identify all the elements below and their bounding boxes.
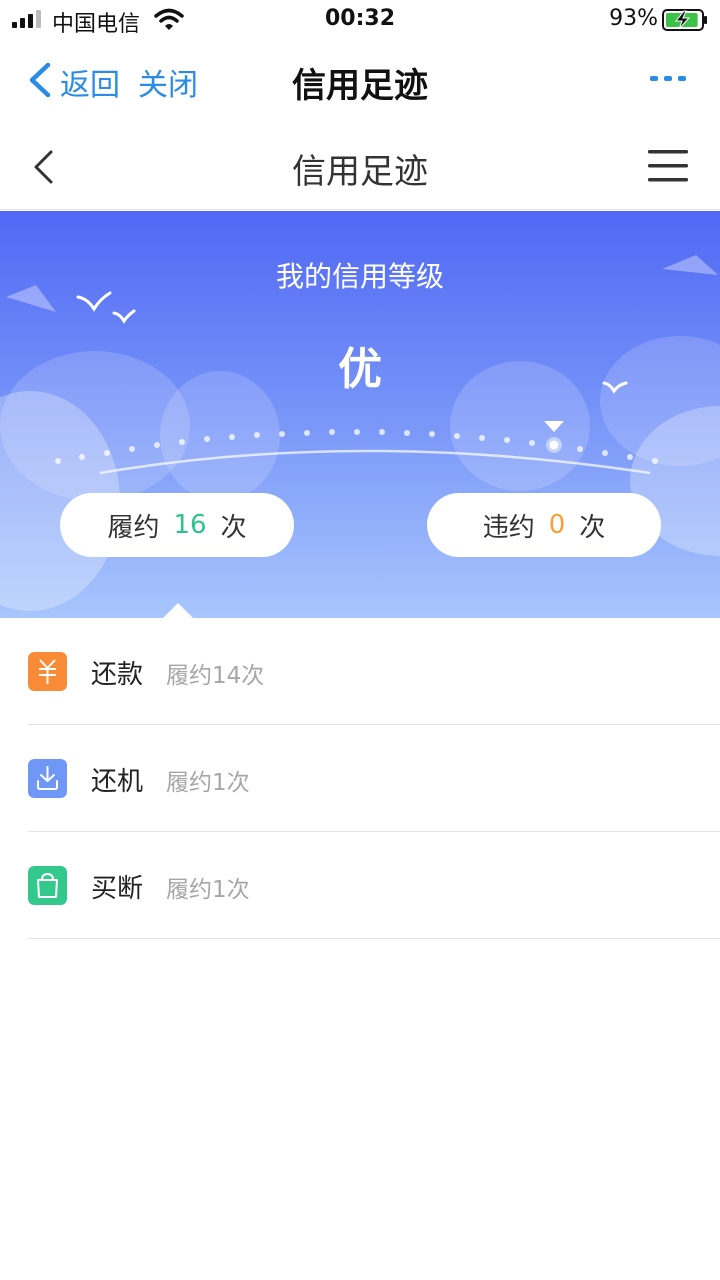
fulfilled-count: 16 xyxy=(173,510,207,540)
list-item-return-device[interactable]: 还机 履约1次 xyxy=(28,725,720,832)
list-item-detail: 履约1次 xyxy=(166,877,250,903)
breached-count-pill[interactable]: 违约 0 次 xyxy=(427,493,661,557)
list-item-detail: 履约14次 xyxy=(166,663,265,689)
list-item-detail: 履约1次 xyxy=(166,770,250,796)
battery-percent: 93% xyxy=(609,6,658,31)
selected-tab-pointer xyxy=(162,603,194,618)
credit-level-value: 优 xyxy=(338,344,382,395)
battery-charging-icon xyxy=(662,9,707,31)
fulfilled-unit: 次 xyxy=(220,512,247,543)
credit-level-banner: 我的信用等级 优 履约 16 次 违约 0 次 xyxy=(0,211,720,618)
list-item-label: 还款 xyxy=(91,660,144,690)
outer-nav-bar: 返回 关闭 信用足迹 xyxy=(0,40,720,122)
breached-unit: 次 xyxy=(579,512,606,543)
more-dots-icon[interactable] xyxy=(650,74,686,84)
breached-count: 0 xyxy=(548,510,566,540)
fulfilled-label: 履约 xyxy=(107,512,160,543)
inner-nav-bar: 信用足迹 xyxy=(0,122,720,210)
list-item-label: 买断 xyxy=(91,874,144,904)
hamburger-menu-icon[interactable] xyxy=(648,148,688,184)
list-item-repayment[interactable]: 还款 履约14次 xyxy=(28,618,720,725)
yuan-icon xyxy=(28,652,67,691)
credit-level-title: 我的信用等级 xyxy=(275,260,444,293)
shopping-bag-icon xyxy=(28,866,67,905)
inner-page-title: 信用足迹 xyxy=(292,152,428,192)
credit-record-list: 还款 履约14次 还机 履约1次 买断 履约1次 xyxy=(0,618,720,939)
status-bar: 中国电信 00:32 93% xyxy=(0,0,720,40)
fulfilled-count-pill[interactable]: 履约 16 次 xyxy=(60,493,294,557)
list-item-label: 还机 xyxy=(91,767,144,797)
outer-page-title: 信用足迹 xyxy=(292,66,428,106)
breached-label: 违约 xyxy=(482,512,535,543)
download-icon xyxy=(28,759,67,798)
list-item-buyout[interactable]: 买断 履约1次 xyxy=(28,832,720,939)
